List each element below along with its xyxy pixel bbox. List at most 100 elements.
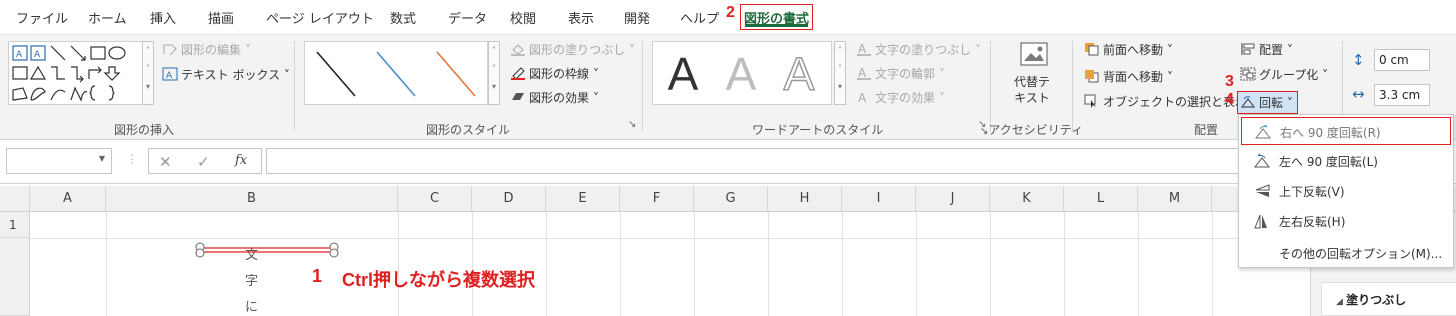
- row-header[interactable]: 1: [0, 212, 30, 238]
- column-header[interactable]: L: [1064, 186, 1138, 212]
- rotate-left-icon: [1253, 153, 1271, 169]
- row-header[interactable]: [0, 238, 30, 316]
- column-header[interactable]: A: [30, 186, 106, 212]
- bring-forward-button[interactable]: 前面へ移動 ˅: [1084, 41, 1173, 58]
- name-box-dropdown-icon[interactable]: ▼: [99, 154, 105, 163]
- column-header[interactable]: C: [398, 186, 472, 212]
- menu-item-rotate-left-90[interactable]: 左へ 90 度回転(L): [1241, 147, 1451, 175]
- text-outline-button[interactable]: A 文字の輪郭 ˅: [856, 65, 945, 82]
- confirm-entry-button[interactable]: ✓: [197, 153, 210, 171]
- group-button[interactable]: グループ化 ˅: [1240, 66, 1328, 83]
- column-header[interactable]: E: [546, 186, 620, 212]
- vertical-text-char: 字: [245, 274, 259, 289]
- alt-text-button[interactable]: 代替テキスト: [1010, 41, 1058, 117]
- shapes-gallery-scroll[interactable]: ˄ ˅ ▾: [142, 41, 154, 105]
- tab-home[interactable]: ホーム: [88, 8, 127, 27]
- wordart-preset-outline[interactable]: A: [773, 47, 825, 101]
- line-handle[interactable]: [195, 248, 205, 258]
- column-header[interactable]: J: [916, 186, 990, 212]
- group-divider: [1072, 41, 1073, 131]
- edit-shape-label: 図形の編集: [181, 43, 242, 57]
- selection-pane-icon: [1084, 94, 1100, 108]
- step-2-marker: 2: [726, 4, 735, 21]
- fill-section-header[interactable]: ◢ 塗りつぶし: [1321, 282, 1456, 316]
- column-header[interactable]: D: [472, 186, 546, 212]
- column-header[interactable]: K: [990, 186, 1064, 212]
- text-outline-icon: A: [856, 66, 872, 80]
- text-fill-icon: A: [856, 42, 872, 56]
- pencil-outline-icon: [510, 66, 526, 80]
- column-header[interactable]: G: [694, 186, 768, 212]
- tab-file[interactable]: ファイル: [16, 8, 68, 27]
- column-gridline: [472, 212, 473, 316]
- text-fill-button[interactable]: A 文字の塗りつぶし ˅: [856, 41, 981, 58]
- column-header[interactable]: B: [106, 186, 398, 212]
- svg-text:A: A: [34, 50, 41, 60]
- menu-item-more-rotation-options[interactable]: その他の回転オプション(M)...: [1241, 239, 1451, 267]
- column-header[interactable]: I: [842, 186, 916, 212]
- shape-outline-button[interactable]: 図形の枠線 ˅: [510, 65, 599, 82]
- shape-width-input[interactable]: 3.3 cm: [1374, 84, 1430, 106]
- shape-height-input[interactable]: 0 cm: [1374, 49, 1430, 71]
- worksheet-grid[interactable]: [30, 212, 1300, 316]
- align-icon: [1240, 42, 1256, 56]
- shape-styles-scroll[interactable]: ˄ ˅ ▾: [488, 41, 500, 105]
- shape-styles-launcher[interactable]: ↘: [628, 119, 636, 130]
- tab-insert[interactable]: 挿入: [150, 8, 176, 27]
- edit-shape-button[interactable]: 図形の編集 ˅: [162, 41, 251, 58]
- column-gridline: [916, 212, 917, 316]
- column-header[interactable]: H: [768, 186, 842, 212]
- tab-review[interactable]: 校閲: [510, 8, 536, 27]
- tab-developer[interactable]: 開発: [624, 8, 650, 27]
- group-label-arrange: 配置: [1194, 123, 1219, 137]
- tab-help[interactable]: ヘルプ: [680, 8, 719, 27]
- rotate-button[interactable]: 回転 ˅: [1237, 91, 1298, 114]
- group-icon: [1240, 67, 1256, 81]
- shape-effects-button[interactable]: 図形の効果 ˅: [510, 89, 599, 106]
- step-3-marker: 3: [1225, 73, 1234, 90]
- formula-bar-grip-icon: ⋮: [126, 152, 138, 166]
- collapse-triangle-icon: ◢: [1336, 297, 1347, 307]
- shape-styles-gallery[interactable]: [304, 41, 488, 105]
- wordart-scroll[interactable]: ˄ ˅ ▾: [834, 41, 846, 105]
- send-backward-button[interactable]: 背面へ移動 ˅: [1084, 68, 1173, 85]
- shape-fill-button[interactable]: 図形の塗りつぶし ˅: [510, 41, 635, 58]
- tab-view[interactable]: 表示: [568, 8, 594, 27]
- textbox-label: テキスト ボックス: [181, 68, 281, 82]
- insert-function-button[interactable]: fx: [235, 153, 247, 168]
- text-effects-icon: A: [856, 90, 872, 105]
- wordart-preset-light[interactable]: A: [715, 48, 767, 100]
- text-effects-button[interactable]: A 文字の効果 ˅: [856, 89, 945, 106]
- menu-item-flip-vertical[interactable]: 上下反転(V): [1241, 177, 1451, 205]
- textbox-icon: A: [162, 67, 178, 81]
- wordart-preset-dark[interactable]: A: [657, 48, 709, 100]
- column-gridline: [990, 212, 991, 316]
- shape-fill-label: 図形の塗りつぶし: [529, 43, 626, 57]
- tab-shape-format[interactable]: 図形の書式: [740, 4, 814, 30]
- column-gridline: [106, 212, 107, 316]
- menu-item-flip-horizontal[interactable]: 左右反転(H): [1241, 207, 1451, 235]
- line-handle[interactable]: [329, 248, 339, 258]
- wordart-gallery[interactable]: A A A: [652, 41, 832, 105]
- tab-draw[interactable]: 描画: [208, 8, 234, 27]
- menu-item-label: 上下反転(V): [1279, 185, 1345, 199]
- shapes-gallery[interactable]: A A: [8, 41, 154, 105]
- selection-pane-button[interactable]: オブジェクトの選択と表示: [1084, 93, 1247, 110]
- fill-section-label: 塗りつぶし: [1346, 293, 1407, 307]
- align-button[interactable]: 配置 ˅: [1240, 41, 1293, 58]
- cancel-entry-button[interactable]: ✕: [159, 153, 172, 171]
- select-all-corner[interactable]: [0, 186, 30, 212]
- vertical-text-char: に: [245, 300, 259, 315]
- selected-lines-overlay[interactable]: [190, 240, 346, 260]
- row-gridline: [30, 238, 1300, 239]
- tab-page-layout[interactable]: ページ レイアウト: [266, 8, 374, 27]
- column-header[interactable]: F: [620, 186, 694, 212]
- tab-formulas[interactable]: 数式: [390, 8, 416, 27]
- name-box[interactable]: ▼: [6, 148, 112, 174]
- column-header[interactable]: M: [1138, 186, 1212, 212]
- menu-item-rotate-right-90[interactable]: 右へ 90 度回転(R): [1241, 117, 1451, 145]
- edit-shape-icon: [162, 42, 178, 56]
- tab-data[interactable]: データ: [448, 8, 487, 27]
- align-label: 配置: [1259, 43, 1284, 57]
- textbox-button[interactable]: A テキスト ボックス ˅: [162, 66, 290, 83]
